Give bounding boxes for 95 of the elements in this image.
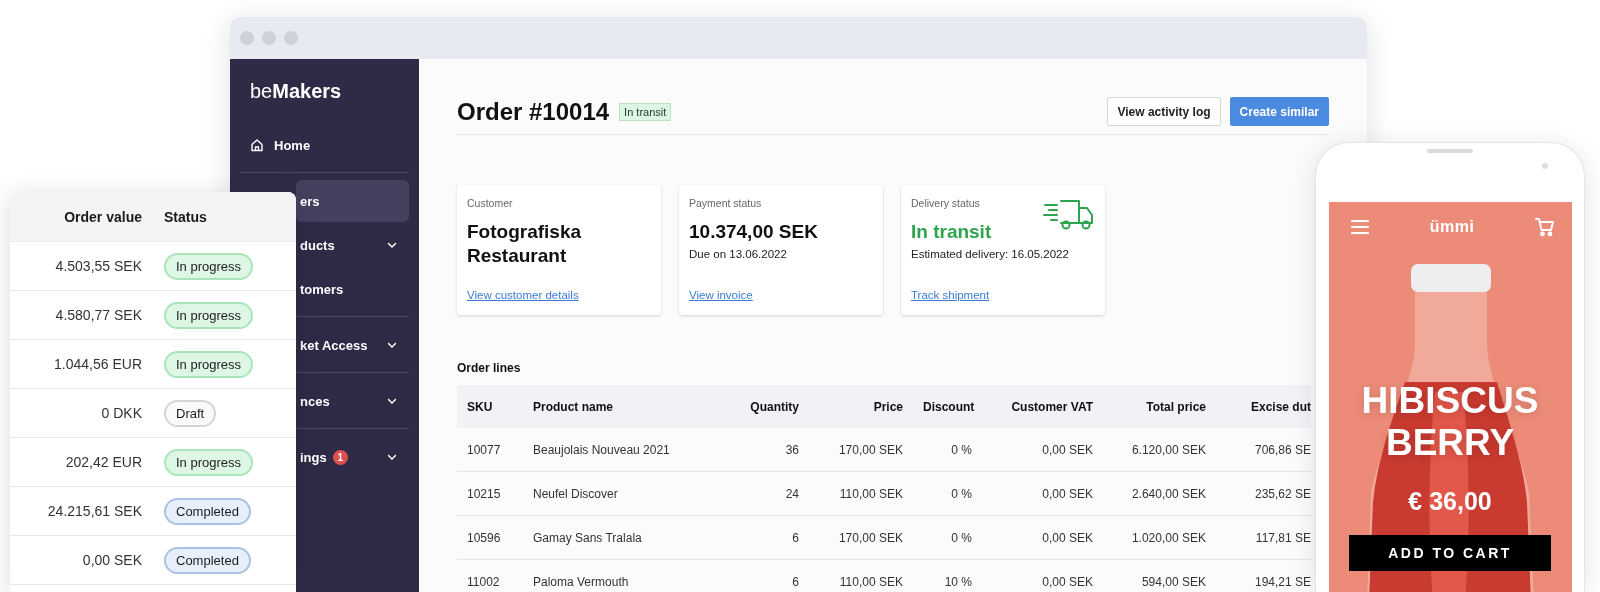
window-button[interactable] xyxy=(262,31,276,45)
table-cell-text: 6 xyxy=(791,530,800,545)
table-cell-text: 0,00 SEK xyxy=(1041,486,1094,501)
create-similar-button[interactable]: Create similar xyxy=(1229,97,1329,126)
sidebar-item[interactable]: ers xyxy=(296,180,409,222)
table-cell-text: 0 % xyxy=(950,530,973,545)
table-cell-text: 1.044,56 EUR xyxy=(53,356,142,372)
table-cell-text: 0,00 SEK xyxy=(1041,530,1094,545)
card-link[interactable]: Track shipment xyxy=(911,289,990,301)
app-logo: beMakers xyxy=(249,79,343,101)
cart-icon[interactable] xyxy=(1535,217,1556,237)
column-header: Total price xyxy=(1145,399,1207,414)
chevron-down-icon xyxy=(387,241,397,249)
product-price: € 36,00 xyxy=(1408,486,1492,516)
status-badge: Completed xyxy=(164,546,251,574)
column-header: SKU xyxy=(466,399,494,414)
activity-log-button[interactable]: View activity log xyxy=(1107,97,1221,126)
table-cell-text: 0 % xyxy=(950,486,973,501)
table-cell-text: 194,21 SE xyxy=(1253,574,1311,589)
card-label: Delivery status xyxy=(911,197,981,209)
window-button[interactable] xyxy=(240,31,254,45)
shop-logo: ümmi xyxy=(1429,218,1475,236)
column-header: Quantity xyxy=(749,399,800,414)
column-header: Order value xyxy=(63,208,142,225)
product-title: HIBISCUS BERRY xyxy=(1360,380,1540,464)
home-icon xyxy=(250,138,264,152)
table-cell-text: 0 % xyxy=(950,442,973,457)
page-title: Order #10014 xyxy=(457,97,610,126)
table-cell-text: 2.640,00 SEK xyxy=(1130,486,1207,501)
chevron-down-icon xyxy=(387,341,398,349)
table-cell-text: 24 xyxy=(784,486,800,501)
column-header: Excise dut xyxy=(1249,399,1311,414)
card-note: Due on 13.06.2022 xyxy=(689,248,787,260)
status-badge: In progress xyxy=(164,350,254,378)
card-label: Payment status xyxy=(689,197,763,209)
table-cell-text: 6 xyxy=(791,574,800,589)
table-cell-text: 0,00 SEK xyxy=(81,552,142,568)
table-cell-text: 24.215,61 SEK xyxy=(46,503,142,519)
table-cell-text: 594,00 SEK xyxy=(1140,574,1207,589)
table-cell-text: 170,00 SEK xyxy=(837,442,904,457)
sidebar-item[interactable]: ings 1 xyxy=(296,436,409,478)
table-cell-text: 0,00 SEK xyxy=(1041,574,1094,589)
table-cell-text: 706,86 SE xyxy=(1253,442,1311,457)
column-header: Product name xyxy=(532,399,614,414)
table-cell-text: Beaujolais Nouveau 2021 xyxy=(532,442,671,457)
table-cell-text: 110,00 SEK xyxy=(838,486,904,501)
table-cell-text: 202,42 EUR xyxy=(64,454,142,470)
card-label: Customer xyxy=(467,197,514,209)
status-badge: In progress xyxy=(164,252,254,280)
card-value: In transit xyxy=(911,220,992,244)
card-value: Fotografiska Restaurant xyxy=(467,220,583,268)
table-cell-text: 4.580,77 SEK xyxy=(54,307,142,323)
window-button[interactable] xyxy=(284,31,298,45)
add-to-cart-button[interactable]: ADD TO CART xyxy=(1349,535,1551,571)
card-link[interactable]: View customer details xyxy=(467,289,579,301)
table-cell-text: 110,00 SEK xyxy=(838,574,904,589)
column-header: Customer VAT xyxy=(1010,399,1094,414)
table-cell-text: 10077 xyxy=(466,442,502,457)
status-badge: Draft xyxy=(164,399,217,427)
table-cell-text: 0 DKK xyxy=(100,405,142,421)
table-cell-text: 0,00 SEK xyxy=(1041,442,1094,457)
table-cell-text: 10596 xyxy=(466,530,502,545)
card-value: 10.374,00 SEK xyxy=(689,220,818,244)
status-badge: In progress xyxy=(164,301,254,329)
table-cell-text: Neufel Discover xyxy=(532,486,619,501)
status-badge: In transit xyxy=(619,102,672,121)
card-link[interactable]: View invoice xyxy=(689,289,753,301)
phone-speaker xyxy=(1427,149,1473,153)
table-cell-text: 11002 xyxy=(466,574,501,589)
table-cell-text: 10215 xyxy=(466,486,502,501)
column-header: Discount xyxy=(922,399,976,414)
chevron-down-icon xyxy=(387,453,397,461)
menu-icon[interactable] xyxy=(1350,219,1369,235)
table-cell-text: 117,81 SE xyxy=(1254,530,1311,545)
sidebar-item[interactable]: ducts xyxy=(296,224,409,266)
table-cell-text: 1.020,00 SEK xyxy=(1130,530,1207,545)
table-cell-text: 170,00 SEK xyxy=(837,530,904,545)
sidebar-item[interactable]: Home xyxy=(240,124,409,173)
status-badge: In progress xyxy=(164,448,254,476)
truck-icon xyxy=(1043,197,1095,231)
table-cell-text: Gamay Sans Tralala xyxy=(532,530,643,545)
table-cell-text: 4.503,55 SEK xyxy=(54,258,142,274)
phone-camera xyxy=(1542,163,1548,169)
table-cell-text: 10 % xyxy=(943,574,973,589)
status-badge: Completed xyxy=(164,497,251,525)
column-header: Price xyxy=(872,399,904,414)
section-title: Order lines xyxy=(457,361,521,375)
notification-badge: 1 xyxy=(332,449,348,465)
card-note: Estimated delivery: 16.05.2022 xyxy=(911,248,1069,260)
chevron-down-icon xyxy=(387,397,397,405)
table-cell-text: 235,62 SE xyxy=(1253,486,1311,501)
table-cell-text: 6.120,00 SEK xyxy=(1130,442,1207,457)
table-cell-text: Paloma Vermouth xyxy=(532,574,630,589)
column-header: Status xyxy=(164,208,208,225)
table-cell-text: 36 xyxy=(784,442,800,457)
